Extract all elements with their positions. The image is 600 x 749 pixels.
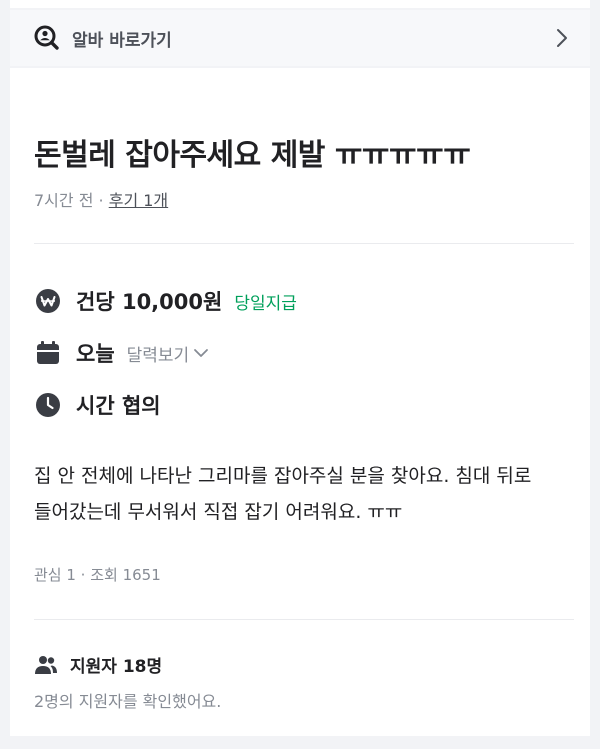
applicants-checked-text: 2명의 지원자를 확인했어요. [34,692,222,711]
same-day-pay-badge: 당일지급 [234,293,297,314]
applicants-header: 지원자 18명 [34,652,162,677]
search-person-icon [34,24,62,52]
post-meta: 7시간 전 · 후기 1개 [34,187,168,211]
post-stats: 관심 1 · 조회 1651 [34,566,161,584]
pay-row: 건당 10,000원 당일지급 [34,286,297,316]
divider [34,619,574,620]
post-title: 돈벌레 잡아주세요 제발 ㅠㅠㅠㅠㅠ [34,138,471,173]
date-row: 오늘 달력보기 [34,338,209,368]
won-icon [34,287,62,315]
date-text: 오늘 [76,342,115,366]
post-card: 돈벌레 잡아주세요 제발 ㅠㅠㅠㅠㅠ 7시간 전 · 후기 1개 건당 10,0… [10,68,590,736]
clock-icon [34,391,62,419]
chevron-right-icon [552,28,572,48]
calendar-icon [34,339,62,367]
pay-text: 건당 10,000원 [76,290,223,314]
people-icon [34,653,58,677]
review-link[interactable]: 후기 1개 [109,191,168,210]
top-strip [10,0,590,8]
chevron-down-icon [194,349,209,357]
post-time: 7시간 전 [34,191,94,210]
job-shortcut-bar[interactable]: 알바 바로가기 [10,10,590,66]
divider [34,243,574,244]
time-text: 시간 협의 [76,394,161,418]
applicants-count: 지원자 18명 [70,657,163,677]
calendar-link[interactable]: 달력보기 [127,341,210,366]
calendar-link-label: 달력보기 [126,345,190,366]
meta-separator: · [98,191,104,210]
job-shortcut-label: 알바 바로가기 [72,30,172,51]
time-row: 시간 협의 [34,390,161,420]
post-description: 집 안 전체에 나타난 그리마를 잡아주실 분을 찾아요. 침대 뒤로 들어갔는… [34,465,532,523]
